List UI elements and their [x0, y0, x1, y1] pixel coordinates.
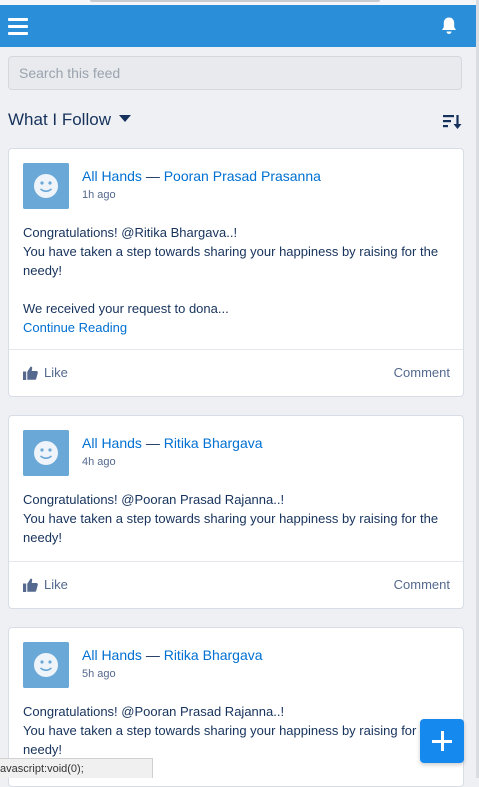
new-post-button[interactable] [420, 719, 464, 763]
app-header [0, 5, 476, 47]
post-line: You have taken a step towards sharing yo… [23, 244, 439, 278]
thumbs-up-icon [23, 578, 38, 592]
feed-item: All Hands — Pooran Prasad Prasanna 1h ag… [8, 148, 464, 397]
post-byline: All Hands — Ritika Bhargava [82, 435, 263, 451]
like-button[interactable]: Like [23, 365, 68, 380]
byline-separator: — [145, 647, 160, 663]
author-link[interactable]: Ritika Bhargava [164, 435, 263, 451]
caret-down-icon [118, 115, 131, 122]
avatar-smiley-icon[interactable] [23, 163, 69, 209]
hamburger-menu-icon[interactable] [8, 18, 28, 35]
post-timestamp[interactable]: 5h ago [82, 668, 116, 680]
post-line: Congratulations! @Pooran Prasad Rajanna.… [23, 492, 285, 507]
like-label: Like [44, 365, 68, 380]
post-line: You have taken a step towards sharing yo… [23, 723, 439, 757]
group-link[interactable]: All Hands [82, 168, 142, 184]
post-line: We received your request to dona... [23, 301, 229, 316]
post-timestamp[interactable]: 1h ago [82, 189, 116, 201]
post-body: Congratulations! @Ritika Bhargava..! You… [23, 223, 453, 337]
comment-button[interactable]: Comment [394, 365, 450, 380]
byline-separator: — [145, 168, 160, 184]
sort-icon[interactable] [442, 112, 462, 132]
bell-icon[interactable] [440, 16, 458, 36]
group-link[interactable]: All Hands [82, 647, 142, 663]
search-input[interactable] [8, 56, 462, 90]
avatar-smiley-icon[interactable] [23, 430, 69, 476]
feed-filter-dropdown[interactable]: What I Follow [8, 110, 131, 129]
feed-item: All Hands — Ritika Bhargava 4h ago Congr… [8, 415, 464, 609]
post-actions: Like Comment [9, 561, 463, 608]
post-actions: Like Comment [9, 349, 463, 396]
post-body: Congratulations! @Pooran Prasad Rajanna.… [23, 702, 453, 759]
post-byline: All Hands — Pooran Prasad Prasanna [82, 168, 321, 184]
post-byline: All Hands — Ritika Bhargava [82, 647, 263, 663]
like-label: Like [44, 577, 68, 592]
post-line: You have taken a step towards sharing yo… [23, 511, 439, 545]
post-body: Congratulations! @Pooran Prasad Rajanna.… [23, 490, 453, 547]
comment-button[interactable]: Comment [394, 577, 450, 592]
browser-status-bar: avascript:void(0); [0, 758, 153, 778]
post-line: Congratulations! @Pooran Prasad Rajanna.… [23, 704, 285, 719]
post-line: Congratulations! @Ritika Bhargava..! [23, 225, 238, 240]
byline-separator: — [145, 435, 160, 451]
author-link[interactable]: Pooran Prasad Prasanna [164, 168, 321, 184]
continue-reading-link[interactable]: Continue Reading [23, 318, 453, 337]
url-pill [90, 0, 380, 2]
author-link[interactable]: Ritika Bhargava [164, 647, 263, 663]
feed-filter-label: What I Follow [8, 110, 111, 129]
avatar-smiley-icon[interactable] [23, 642, 69, 688]
feed-filter: What I Follow [8, 110, 462, 134]
group-link[interactable]: All Hands [82, 435, 142, 451]
post-timestamp[interactable]: 4h ago [82, 456, 116, 468]
like-button[interactable]: Like [23, 577, 68, 592]
thumbs-up-icon [23, 366, 38, 380]
